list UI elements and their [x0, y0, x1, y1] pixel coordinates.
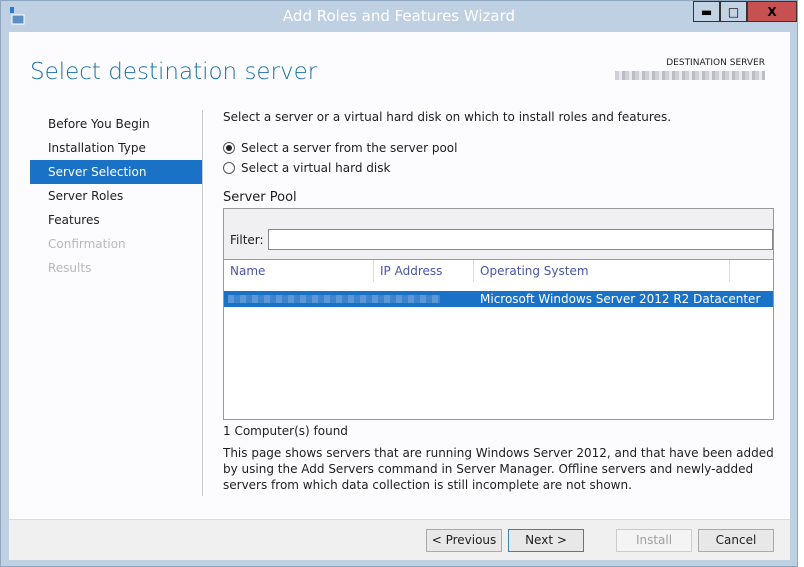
wizard-window: Add Roles and Features Wizard ▬ □ X Sele…	[0, 0, 798, 567]
window-title: Add Roles and Features Wizard	[282, 7, 516, 25]
radio-label: Select a virtual hard disk	[241, 161, 391, 175]
server-pool-title: Server Pool	[223, 190, 297, 205]
filter-row: Filter:	[230, 229, 773, 250]
column-operating-system[interactable]: Operating System	[474, 260, 730, 282]
radio-label: Select a server from the server pool	[241, 141, 458, 155]
previous-button[interactable]: < Previous	[426, 529, 502, 552]
intro-text: Select a server or a virtual hard disk o…	[223, 110, 672, 124]
nav-features[interactable]: Features	[30, 208, 202, 232]
nav-results: Results	[48, 261, 92, 275]
button-bar: < Previous Next > Install Cancel	[9, 519, 790, 560]
computers-found: 1 Computer(s) found	[223, 424, 348, 438]
wizard-nav: Before You Begin Installation Type Serve…	[30, 112, 202, 280]
server-os: Microsoft Windows Server 2012 R2 Datacen…	[480, 292, 761, 306]
radio-virtual-hard-disk[interactable]: Select a virtual hard disk	[223, 158, 775, 178]
radio-server-pool[interactable]: Select a server from the server pool	[223, 138, 775, 158]
server-row[interactable]: Microsoft Windows Server 2012 R2 Datacen…	[224, 291, 773, 307]
info-note: This page shows servers that are running…	[223, 446, 774, 492]
nav-before-you-begin[interactable]: Before You Begin	[30, 112, 202, 136]
next-button[interactable]: Next >	[508, 529, 584, 552]
wizard-content: Select destination server DESTINATION SE…	[9, 32, 790, 560]
column-ip-address[interactable]: IP Address	[374, 260, 474, 282]
nav-confirmation: Confirmation	[48, 237, 126, 251]
filter-label: Filter:	[230, 232, 264, 247]
minimize-button[interactable]: ▬	[693, 1, 720, 22]
filter-input[interactable]	[267, 229, 773, 250]
radio-unselected[interactable]	[223, 162, 235, 174]
install-button: Install	[616, 529, 692, 552]
divider	[202, 110, 203, 496]
server-pool: Filter: Name IP Address Operating System…	[223, 208, 774, 420]
server-list: Name IP Address Operating System Microso…	[224, 259, 773, 419]
destination-server-name-redacted	[615, 71, 765, 80]
radio-selected[interactable]	[223, 142, 235, 154]
destination-server: DESTINATION SERVER	[615, 58, 765, 83]
maximize-button[interactable]: □	[720, 1, 747, 22]
destination-label: DESTINATION SERVER	[666, 58, 765, 68]
main-panel: Select a server or a virtual hard disk o…	[223, 110, 775, 492]
server-name-redacted	[228, 295, 440, 303]
nav-server-roles[interactable]: Server Roles	[30, 184, 202, 208]
list-header: Name IP Address Operating System	[224, 260, 773, 282]
cancel-button[interactable]: Cancel	[698, 529, 774, 552]
column-name[interactable]: Name	[224, 260, 374, 282]
page-title: Select destination server	[30, 59, 318, 85]
nav-installation-type[interactable]: Installation Type	[30, 136, 202, 160]
close-button[interactable]: X	[747, 1, 797, 22]
nav-server-selection[interactable]: Server Selection	[30, 160, 202, 184]
